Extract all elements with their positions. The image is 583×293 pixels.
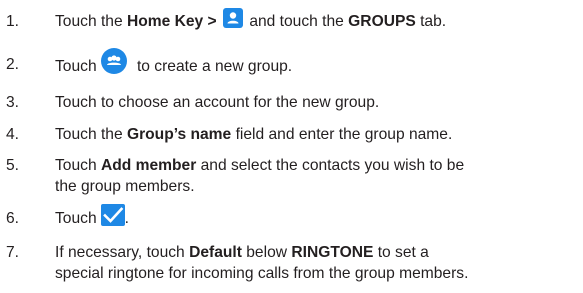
default-label: Default — [189, 244, 242, 261]
add-group-fab-icon — [100, 48, 127, 74]
step-text: Touch to choose an account for the new g… — [55, 94, 380, 111]
step-number: 1. — [6, 13, 20, 30]
step-number: 4. — [6, 126, 20, 143]
step-text: Touch the Group’s name field and enter t… — [55, 126, 453, 143]
step-number: 3. — [6, 94, 20, 111]
step-number: 6. — [6, 210, 20, 227]
step-number: 7. — [6, 244, 20, 261]
checkmark-save-icon — [100, 204, 125, 226]
group-name-field-label: Group’s name — [126, 126, 232, 143]
step-text: Touch Add member and select the contacts… — [55, 157, 465, 174]
add-member-label: Add member — [100, 157, 197, 174]
step-text-continued: special ringtone for incoming calls from… — [55, 265, 469, 282]
step-text: If necessary, touch Default below RINGTO… — [55, 244, 429, 261]
step-number: 5. — [6, 157, 20, 174]
step-number: 2. — [6, 56, 20, 73]
home-key-label: Home Key > — [126, 13, 217, 30]
contacts-app-icon — [223, 7, 243, 28]
step-text-continued: the group members. — [55, 178, 195, 195]
step-text: Touch . — [55, 204, 129, 230]
step-text: Touch the Home Key > and touch the GROUP… — [55, 7, 446, 32]
ringtone-label: RINGTONE — [291, 244, 374, 261]
step-text: Touch to create a new group. — [55, 48, 292, 80]
groups-tab-label: GROUPS — [348, 13, 416, 30]
